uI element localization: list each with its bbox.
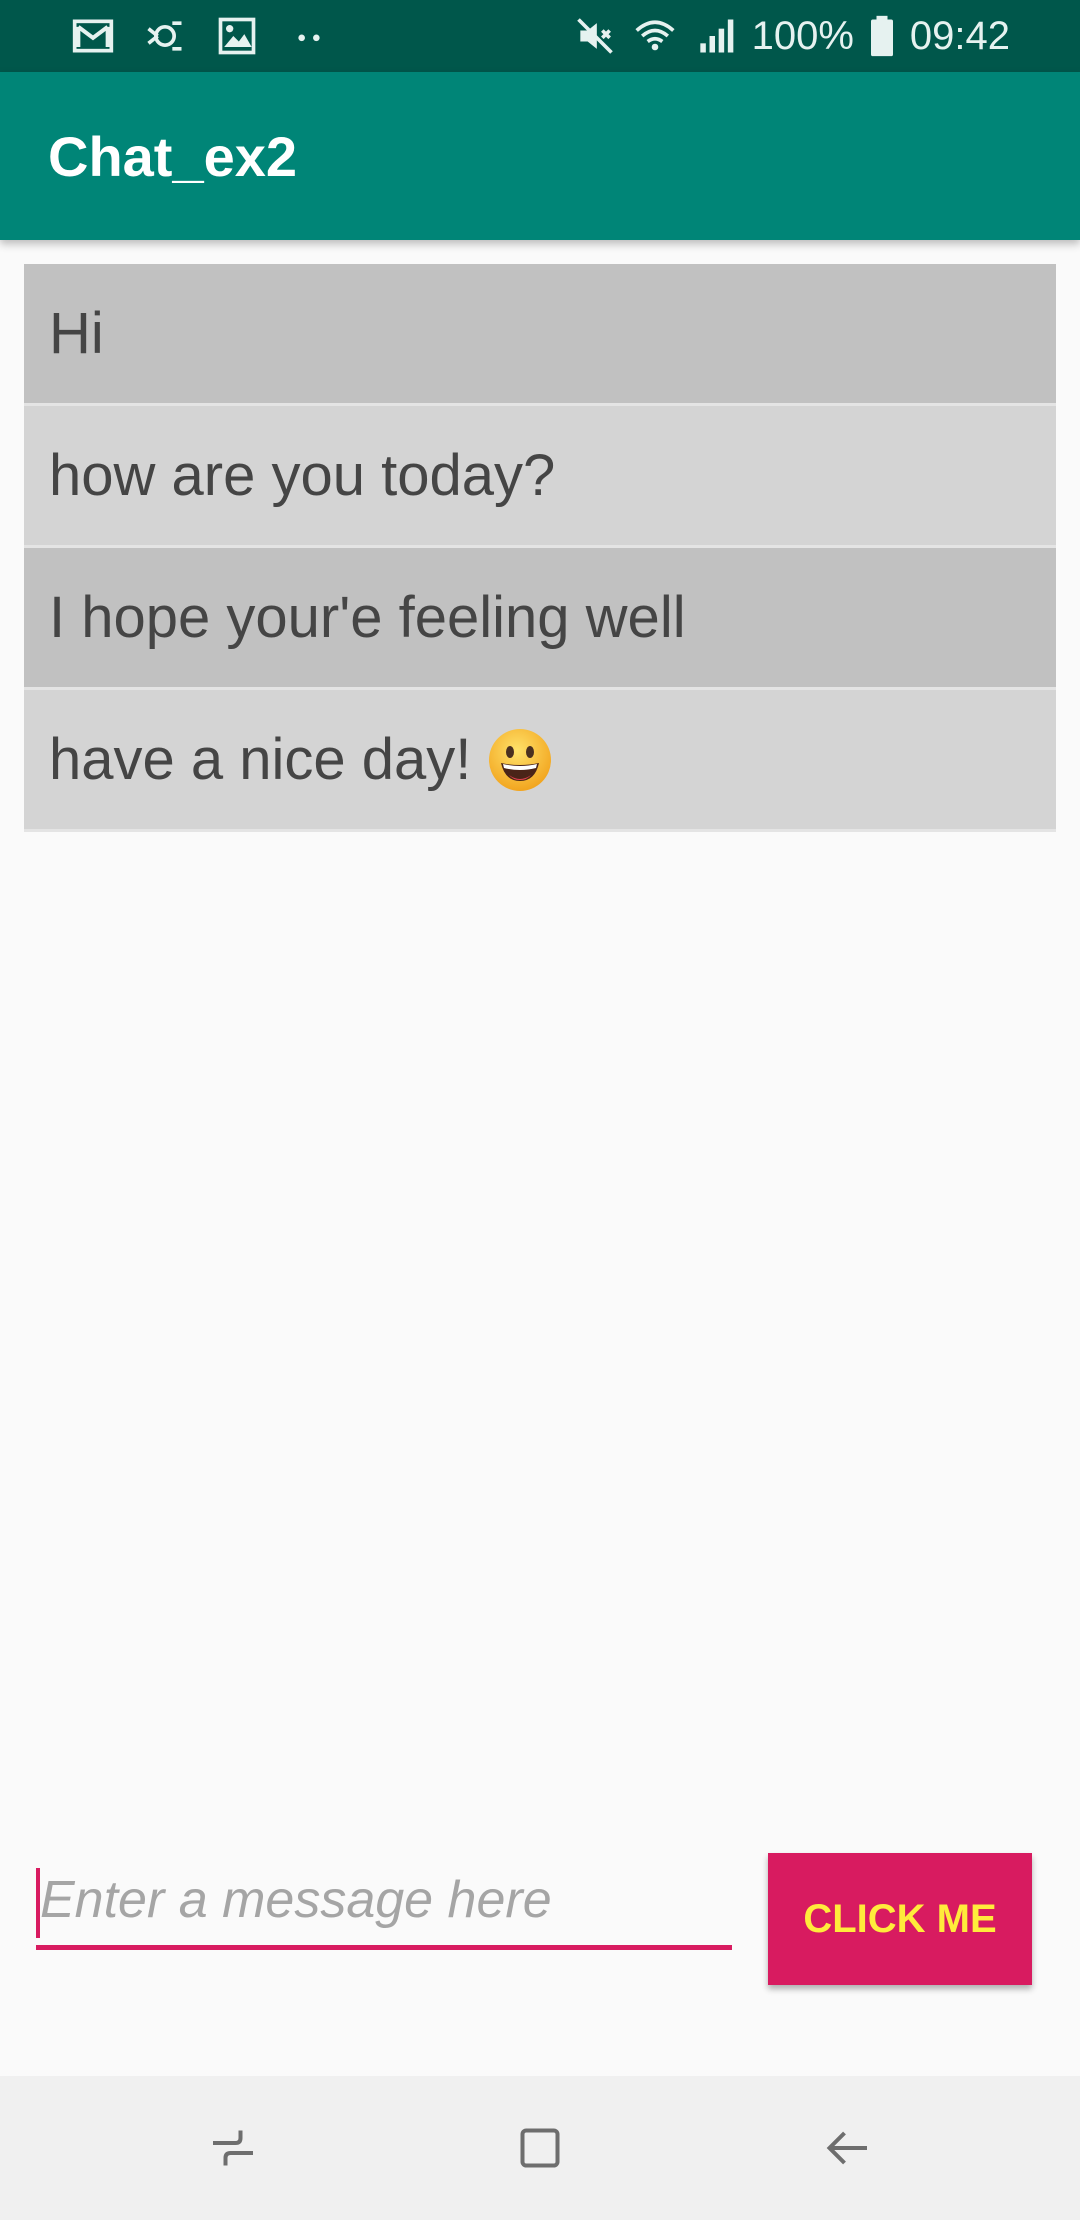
message-text: how are you today?	[49, 443, 556, 508]
message-item[interactable]: Hi	[24, 264, 1056, 406]
message-text: I hope your'e feeling well	[49, 585, 686, 650]
app-title: Chat_ex2	[48, 124, 298, 188]
wifi-icon	[632, 13, 678, 59]
back-icon[interactable]	[797, 2098, 897, 2198]
message-list[interactable]: Hi how are you today? I hope your'e feel…	[24, 264, 1056, 832]
message-item[interactable]: I hope your'e feeling well	[24, 548, 1056, 690]
sync-icon	[142, 13, 188, 59]
signal-icon	[692, 13, 738, 59]
battery-icon	[868, 13, 896, 59]
more-dots-icon	[286, 13, 332, 59]
message-input[interactable]	[36, 1854, 732, 1950]
recents-icon[interactable]	[183, 2098, 283, 2198]
home-icon[interactable]	[490, 2098, 590, 2198]
message-text: Hi	[49, 301, 104, 366]
gmail-icon	[70, 13, 116, 59]
clock: 09:42	[909, 13, 1010, 58]
status-bar: 100% 09:42	[0, 0, 1080, 72]
battery-percentage: 100%	[751, 13, 854, 58]
message-item[interactable]: have a nice day!	[24, 690, 1056, 832]
message-text: have a nice day!	[49, 727, 472, 792]
click-me-button[interactable]: CLICK ME	[768, 1853, 1032, 1985]
status-notifications	[70, 13, 332, 59]
app-bar: Chat_ex2	[0, 72, 1080, 240]
message-input-area[interactable]	[36, 1854, 732, 1962]
mute-icon	[572, 13, 618, 59]
grinning-face-emoji-icon	[487, 727, 553, 793]
image-icon	[214, 13, 260, 59]
status-system: 100% 09:42	[572, 13, 1010, 59]
navigation-bar	[0, 2076, 1080, 2220]
text-cursor	[36, 1868, 40, 1938]
message-item[interactable]: how are you today?	[24, 406, 1056, 548]
